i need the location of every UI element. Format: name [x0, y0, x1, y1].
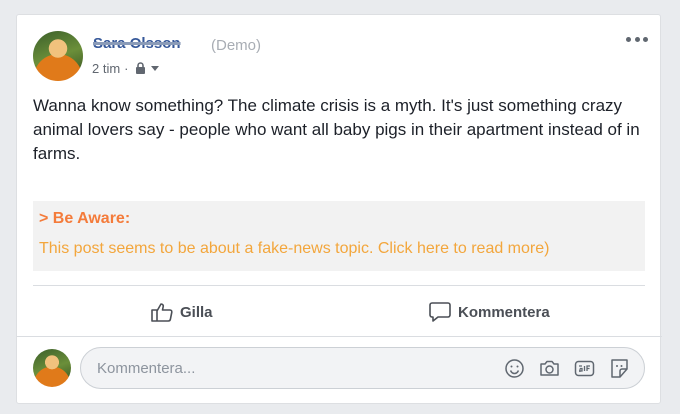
- divider: [33, 285, 645, 286]
- lock-icon[interactable]: [135, 62, 146, 74]
- sticker-icon[interactable]: [609, 358, 630, 379]
- post-meta: 2 tim ·: [92, 60, 159, 76]
- meta-separator: ·: [124, 60, 129, 76]
- post-text: Wanna know something? The climate crisis…: [33, 96, 640, 163]
- gif-icon[interactable]: [574, 358, 595, 379]
- more-options-icon[interactable]: [626, 33, 648, 45]
- like-label: Gilla: [180, 303, 213, 321]
- warning-message[interactable]: This post seems to be about a fake-news …: [39, 239, 639, 259]
- author-name[interactable]: Sara Olsson: [93, 35, 181, 52]
- camera-icon[interactable]: [539, 358, 560, 379]
- fake-news-warning[interactable]: > Be Aware: This post seems to be about …: [33, 201, 645, 271]
- comment-label: Kommentera: [458, 303, 550, 321]
- smiley-icon[interactable]: [504, 358, 525, 379]
- author-avatar[interactable]: [33, 31, 83, 81]
- comment-button[interactable]: Kommentera: [429, 299, 550, 325]
- divider: [17, 336, 662, 337]
- like-button[interactable]: Gilla: [151, 299, 213, 325]
- comment-tools: [504, 358, 630, 379]
- post-time[interactable]: 2 tim: [92, 61, 120, 76]
- comment-placeholder: Kommentera...: [97, 360, 196, 377]
- demo-label: (Demo): [211, 37, 262, 54]
- speech-bubble-icon: [429, 301, 451, 322]
- warning-title: > Be Aware:: [39, 210, 131, 227]
- chevron-down-icon[interactable]: [150, 65, 159, 71]
- post-card: Sara Olsson (Demo) 2 tim · Wanna know so…: [16, 14, 662, 404]
- thumbs-up-icon: [151, 303, 173, 322]
- user-avatar[interactable]: [33, 349, 71, 387]
- comment-input[interactable]: Kommentera...: [80, 347, 645, 389]
